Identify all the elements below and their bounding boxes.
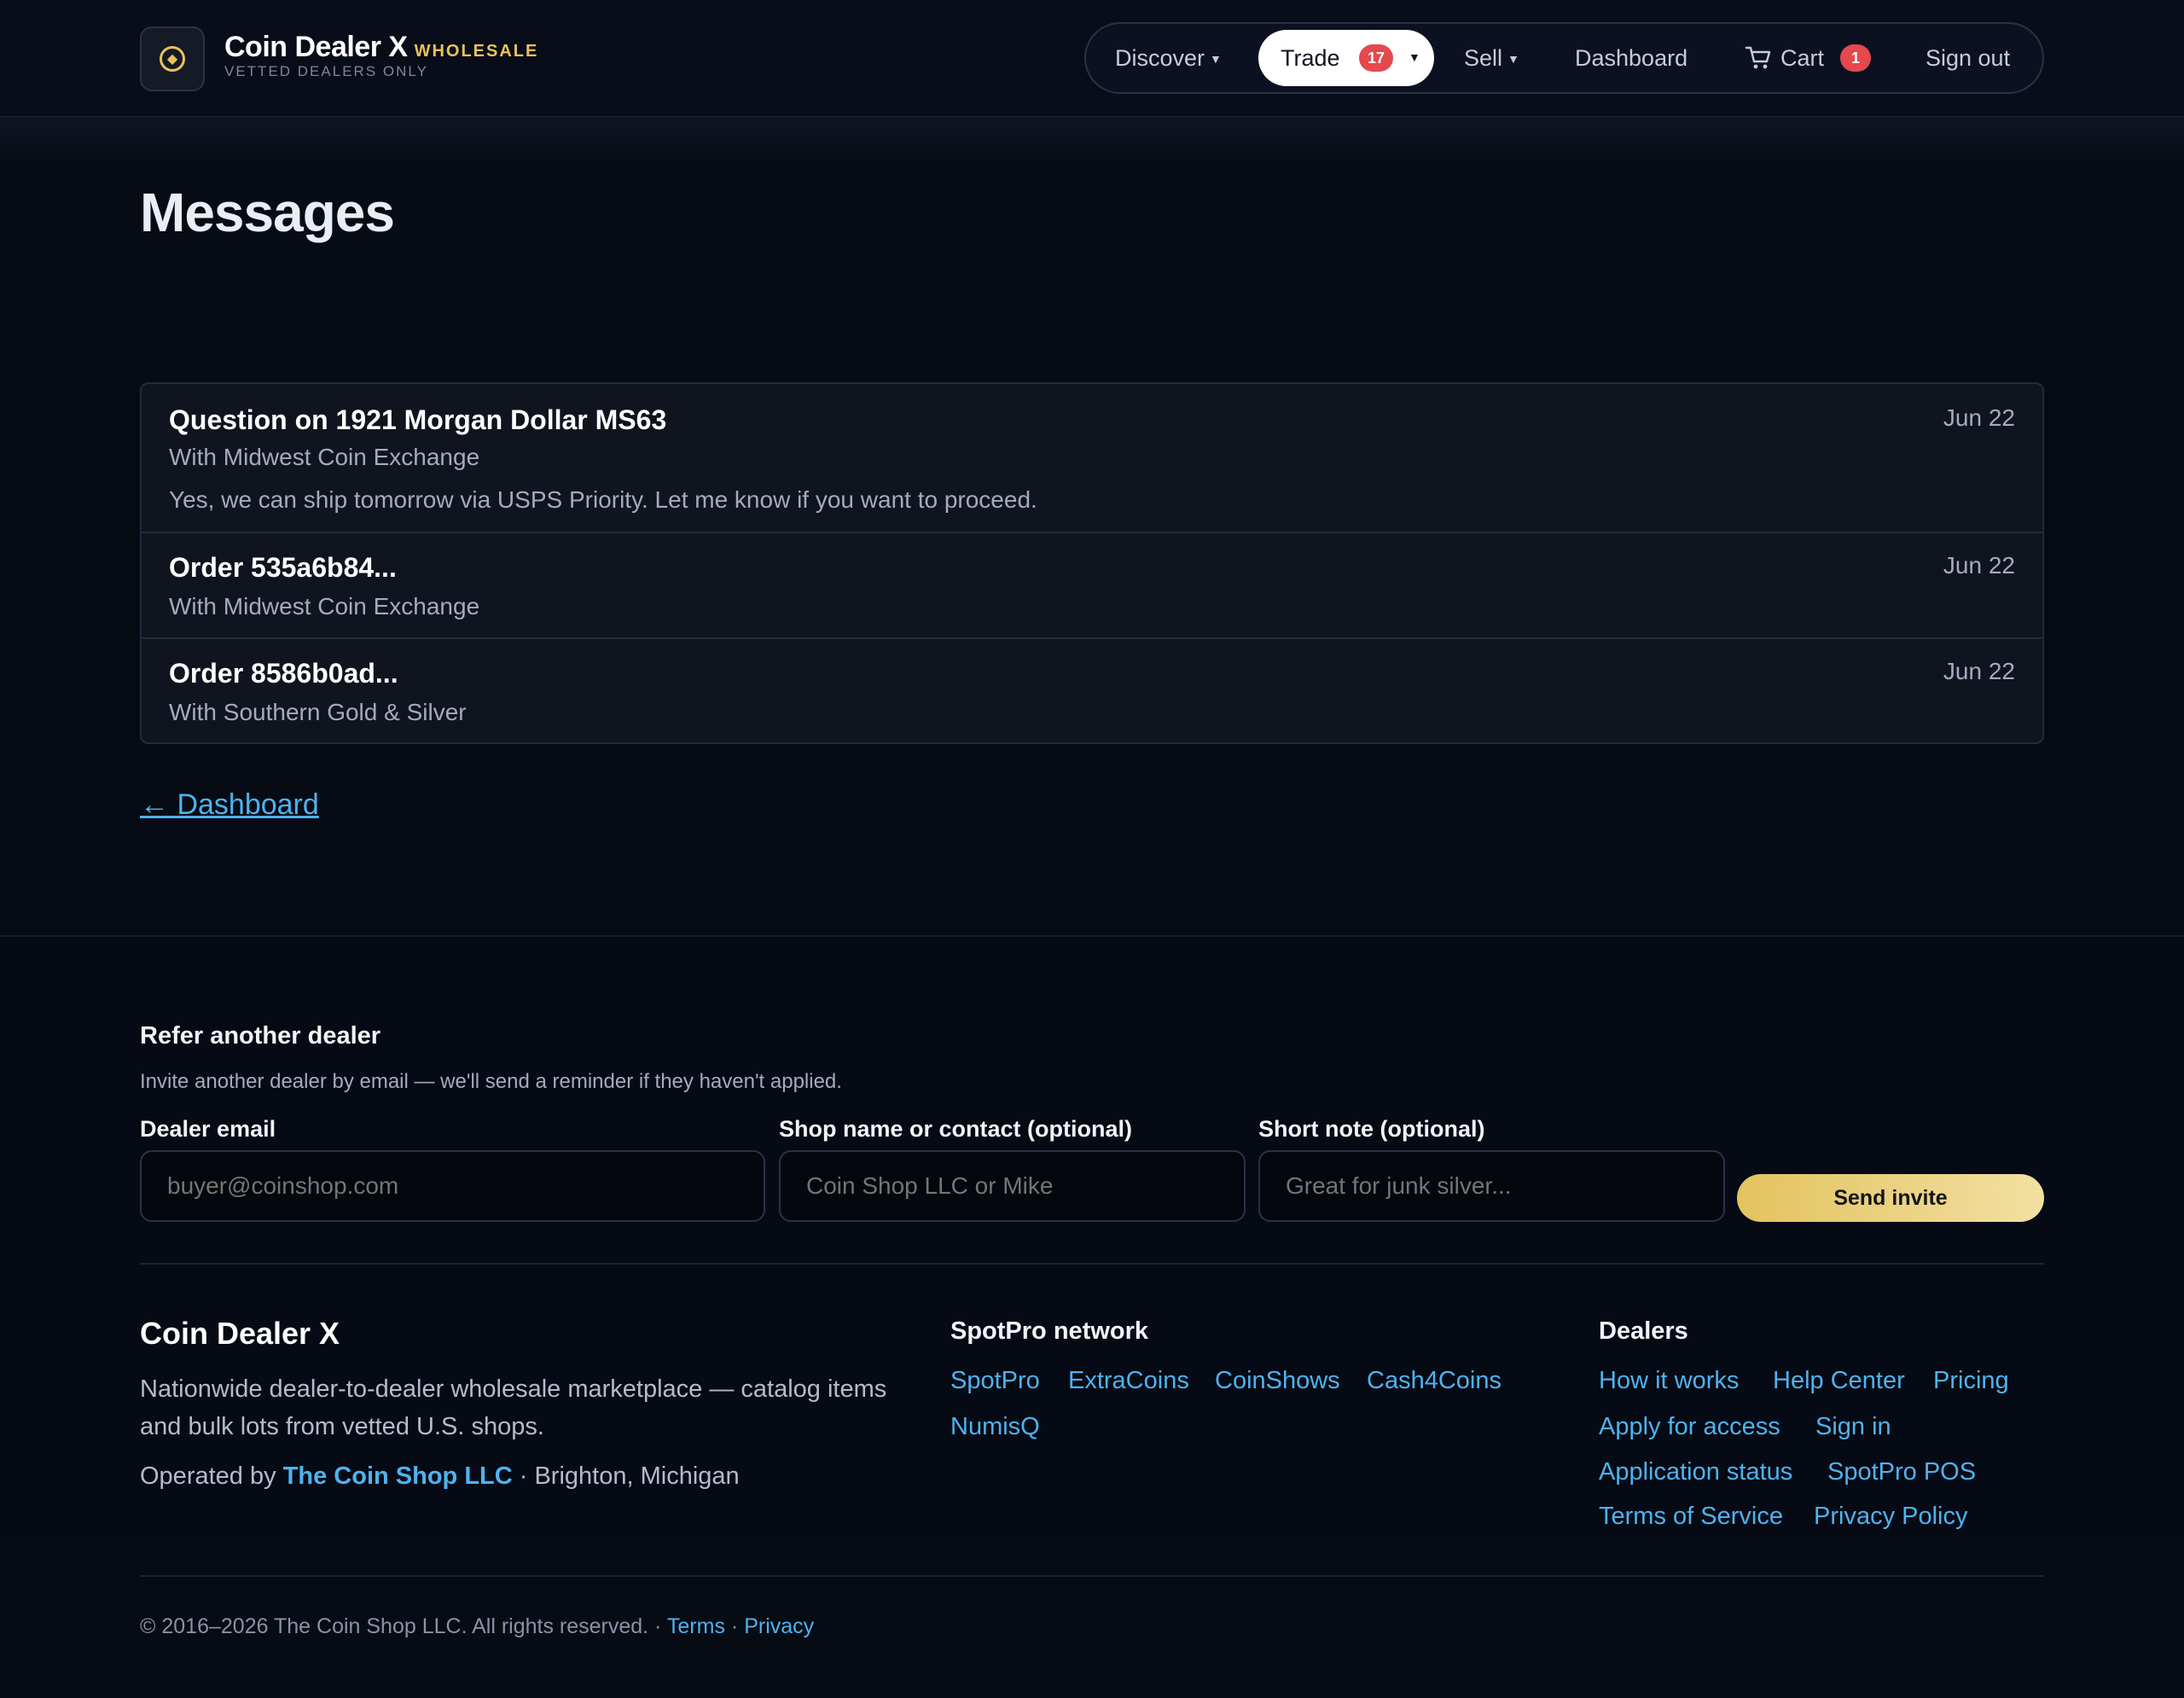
network-link-spotpro[interactable]: SpotPro bbox=[950, 1367, 1040, 1395]
copyright: © 2016–2026 The Coin Shop LLC. All right… bbox=[140, 1614, 814, 1639]
coin-logo-icon: ◆ bbox=[160, 46, 185, 72]
dealers-link-pricing[interactable]: Pricing bbox=[1933, 1367, 2009, 1395]
referral-title: Refer another dealer bbox=[140, 1022, 381, 1050]
nav-sell[interactable]: Sell ▼ bbox=[1464, 24, 1519, 92]
chevron-down-icon: ▼ bbox=[1409, 50, 1420, 64]
main-nav: Discover ▼ Trade 17 ▼ Sell ▼ Dashboard Car… bbox=[1084, 22, 2044, 94]
nav-discover[interactable]: Discover ▼ bbox=[1115, 24, 1222, 92]
message-thread[interactable]: Order 535a6b84... Jun 22 With Midwest Co… bbox=[142, 533, 2042, 639]
privacy-link[interactable]: Privacy bbox=[744, 1614, 814, 1638]
nav-cart[interactable]: Cart bbox=[1780, 24, 1824, 92]
shop-name-input[interactable] bbox=[779, 1150, 1246, 1222]
nav-discover-label: Discover bbox=[1115, 45, 1205, 71]
network-title: SpotPro network bbox=[950, 1317, 1149, 1345]
separator-dot: · bbox=[730, 1614, 739, 1638]
trade-badge: 17 bbox=[1359, 44, 1393, 72]
network-link-numisq[interactable]: NumisQ bbox=[950, 1413, 1040, 1441]
message-counterparty: With Midwest Coin Exchange bbox=[169, 593, 480, 619]
message-title: Order 8586b0ad... bbox=[169, 658, 398, 689]
chevron-down-icon: ▼ bbox=[1210, 52, 1222, 66]
dealers-link-help-center[interactable]: Help Center bbox=[1773, 1367, 1905, 1395]
nav-dashboard[interactable]: Dashboard bbox=[1575, 24, 1687, 92]
chevron-down-icon: ▼ bbox=[1507, 52, 1519, 66]
message-date: Jun 22 bbox=[1943, 552, 2015, 579]
dealers-title: Dealers bbox=[1599, 1317, 1688, 1345]
dealers-link-apply[interactable]: Apply for access bbox=[1599, 1413, 1780, 1441]
brand[interactable]: Coin Dealer X WHOLESALE bbox=[224, 31, 538, 64]
network-link-coinshows[interactable]: CoinShows bbox=[1215, 1367, 1340, 1395]
nav-signout-label: Sign out bbox=[1926, 45, 2011, 71]
message-title: Order 535a6b84... bbox=[169, 552, 397, 583]
dealer-email-label: Dealer email bbox=[140, 1116, 276, 1142]
referral-subtitle: Invite another dealer by email — we'll s… bbox=[140, 1070, 842, 1093]
operated-prefix: Operated by bbox=[140, 1462, 276, 1490]
message-list: Question on 1921 Morgan Dollar MS63 Jun … bbox=[140, 382, 2044, 744]
message-counterparty: With Midwest Coin Exchange bbox=[169, 444, 480, 470]
dealers-link-terms[interactable]: Terms of Service bbox=[1599, 1503, 1783, 1531]
nav-signout[interactable]: Sign out bbox=[1926, 24, 2010, 92]
message-counterparty: With Southern Gold & Silver bbox=[169, 699, 467, 725]
nav-cart-label: Cart bbox=[1780, 45, 1825, 71]
header-glow bbox=[0, 117, 2184, 168]
footer-description: Nationwide dealer-to-dealer wholesale ma… bbox=[140, 1375, 887, 1440]
dealers-link-privacy[interactable]: Privacy Policy bbox=[1814, 1503, 1968, 1531]
shop-name-label: Shop name or contact (optional) bbox=[779, 1116, 1133, 1142]
cart-icon[interactable] bbox=[1745, 44, 1772, 72]
message-date: Jun 22 bbox=[1943, 658, 2015, 684]
back-to-dashboard-link[interactable]: ← Dashboard bbox=[140, 788, 319, 822]
message-preview: Yes, we can ship tomorrow via USPS Prior… bbox=[169, 486, 1037, 513]
brand-tag: WHOLESALE bbox=[414, 42, 539, 61]
nav-sell-label: Sell bbox=[1464, 45, 1503, 71]
footer-brand: Coin Dealer X bbox=[140, 1316, 340, 1351]
network-link-cash4coins[interactable]: Cash4Coins bbox=[1367, 1367, 1502, 1395]
dealers-link-spotpro-pos[interactable]: SpotPro POS bbox=[1827, 1458, 1976, 1486]
short-note-input[interactable] bbox=[1258, 1150, 1725, 1222]
operator-link[interactable]: The Coin Shop LLC bbox=[283, 1462, 513, 1490]
footer-operator: Operated by The Coin Shop LLC · Brighton… bbox=[140, 1462, 740, 1491]
dealers-link-how-it-works[interactable]: How it works bbox=[1599, 1367, 1739, 1395]
dealers-link-application-status[interactable]: Application status bbox=[1599, 1458, 1792, 1486]
send-invite-button[interactable]: Send invite bbox=[1737, 1174, 2044, 1222]
message-title: Question on 1921 Morgan Dollar MS63 bbox=[169, 404, 667, 435]
nav-dashboard-label: Dashboard bbox=[1575, 45, 1688, 71]
cart-badge: 1 bbox=[1840, 44, 1871, 72]
short-note-label: Short note (optional) bbox=[1258, 1116, 1485, 1142]
copyright-text: © 2016–2026 The Coin Shop LLC. All right… bbox=[140, 1614, 662, 1638]
message-thread[interactable]: Order 8586b0ad... Jun 22 With Southern G… bbox=[142, 639, 2042, 742]
nav-trade[interactable]: Trade 17 ▼ bbox=[1258, 30, 1434, 86]
site-header: ◆ Coin Dealer X WHOLESALE VETTED DEALERS … bbox=[0, 0, 2184, 117]
message-date: Jun 22 bbox=[1943, 404, 2015, 431]
page-title: Messages bbox=[140, 182, 395, 243]
dealer-email-input[interactable] bbox=[140, 1150, 765, 1222]
footer-divider bbox=[140, 1263, 2044, 1265]
message-thread[interactable]: Question on 1921 Morgan Dollar MS63 Jun … bbox=[142, 384, 2042, 533]
bottom-divider bbox=[140, 1575, 2044, 1577]
network-link-extracoins[interactable]: ExtraCoins bbox=[1068, 1367, 1189, 1395]
brand-subtitle: VETTED DEALERS ONLY bbox=[224, 63, 428, 79]
operated-suffix: · Brighton, Michigan bbox=[519, 1462, 740, 1490]
nav-trade-label: Trade bbox=[1281, 45, 1340, 71]
brand-name: Coin Dealer X bbox=[224, 31, 408, 63]
logo[interactable]: ◆ bbox=[140, 26, 205, 91]
terms-link[interactable]: Terms bbox=[667, 1614, 725, 1638]
dealers-link-sign-in[interactable]: Sign in bbox=[1815, 1413, 1891, 1441]
